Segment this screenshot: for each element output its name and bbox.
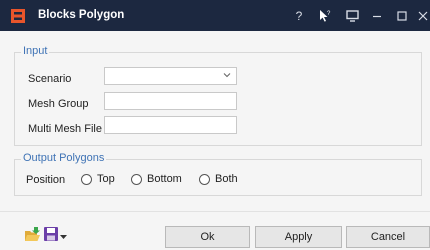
- position-label: Position: [26, 174, 66, 186]
- dropdown-arrow-icon[interactable]: [60, 231, 67, 243]
- close-icon[interactable]: [410, 0, 430, 31]
- grid-app-icon: [10, 8, 26, 24]
- title-bar: Blocks Polygon ? ?: [0, 0, 430, 31]
- radio-circle-icon: [131, 173, 142, 185]
- chevron-down-icon: [223, 70, 231, 80]
- position-both-radio[interactable]: Both: [199, 173, 238, 185]
- radio-circle-icon: [81, 173, 92, 185]
- blocks-polygon-dialog: Blocks Polygon ? ? Input Scenario Mesh G…: [0, 0, 430, 250]
- footer-divider: [0, 211, 430, 212]
- position-bottom-radio[interactable]: Bottom: [131, 173, 182, 185]
- multi-mesh-file-field[interactable]: [104, 116, 237, 134]
- screen-icon[interactable]: [339, 0, 365, 31]
- position-both-label: Both: [215, 173, 238, 185]
- scenario-label: Scenario: [28, 73, 72, 85]
- minimize-icon[interactable]: [364, 0, 390, 31]
- svg-text:?: ?: [327, 11, 331, 17]
- mesh-group-field[interactable]: [104, 92, 237, 110]
- output-polygons-group: Output Polygons Position Top Bottom Both: [14, 152, 422, 196]
- output-polygons-title: Output Polygons: [21, 152, 107, 164]
- multi-mesh-file-label: Multi Mesh File: [28, 123, 102, 135]
- cancel-button[interactable]: Cancel: [346, 226, 430, 248]
- apply-button[interactable]: Apply: [255, 226, 342, 248]
- open-folder-icon[interactable]: [24, 226, 41, 246]
- radio-circle-icon: [199, 173, 210, 185]
- input-group-title: Input: [21, 45, 50, 57]
- input-group: Input Scenario Mesh Group Multi Mesh Fil…: [14, 45, 422, 146]
- position-bottom-label: Bottom: [147, 173, 182, 185]
- help-button[interactable]: ?: [286, 0, 312, 31]
- window-title: Blocks Polygon: [38, 9, 125, 21]
- whats-this-pointer-icon[interactable]: ?: [312, 0, 338, 31]
- position-top-label: Top: [97, 173, 115, 185]
- ok-button[interactable]: Ok: [165, 226, 250, 248]
- mesh-group-label: Mesh Group: [28, 98, 89, 110]
- scenario-combobox[interactable]: [104, 67, 237, 85]
- save-disk-icon[interactable]: [43, 226, 59, 245]
- position-top-radio[interactable]: Top: [81, 173, 115, 185]
